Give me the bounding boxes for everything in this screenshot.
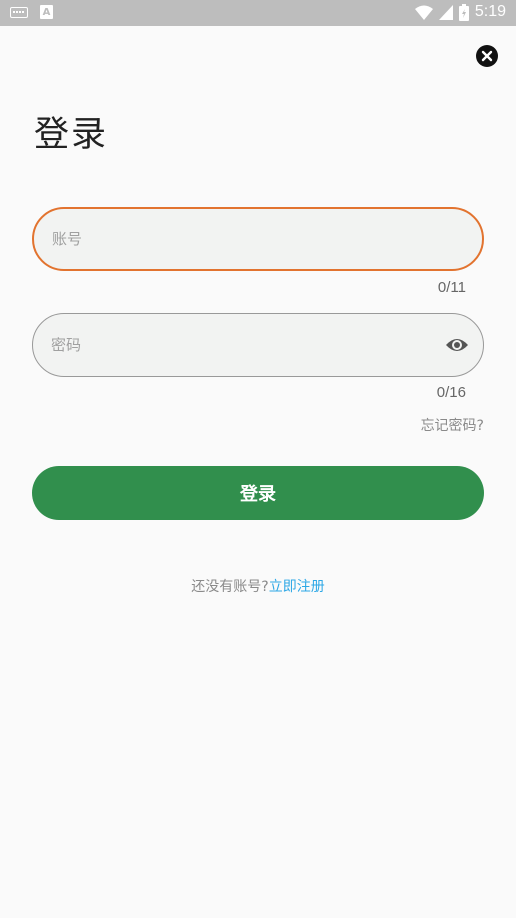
account-char-counter: 0/11	[437, 279, 466, 296]
forgot-password-link[interactable]: 忘记密码?	[421, 415, 484, 435]
close-icon	[481, 50, 493, 62]
eye-icon[interactable]	[445, 334, 469, 356]
account-input[interactable]	[52, 209, 412, 269]
password-input[interactable]	[51, 314, 411, 376]
signal-icon	[438, 4, 453, 20]
login-button[interactable]: 登录	[32, 466, 484, 520]
close-button[interactable]	[476, 45, 498, 67]
keyboard-icon	[10, 6, 28, 18]
status-left: A	[10, 5, 53, 19]
page-title: 登录	[34, 115, 109, 155]
status-bar: A 5:19	[0, 0, 516, 26]
password-char-counter: 0/16	[436, 384, 466, 401]
register-prompt: 还没有账号?	[191, 579, 269, 595]
wifi-icon	[414, 5, 433, 20]
status-time: 5:19	[474, 3, 506, 20]
register-row: 还没有账号?立即注册	[0, 576, 516, 596]
register-link[interactable]: 立即注册	[269, 579, 325, 595]
status-right: 5:19	[414, 3, 506, 21]
account-field[interactable]	[32, 207, 484, 271]
battery-icon	[458, 3, 469, 21]
a-notification-icon: A	[40, 5, 53, 19]
password-field[interactable]	[32, 313, 484, 377]
